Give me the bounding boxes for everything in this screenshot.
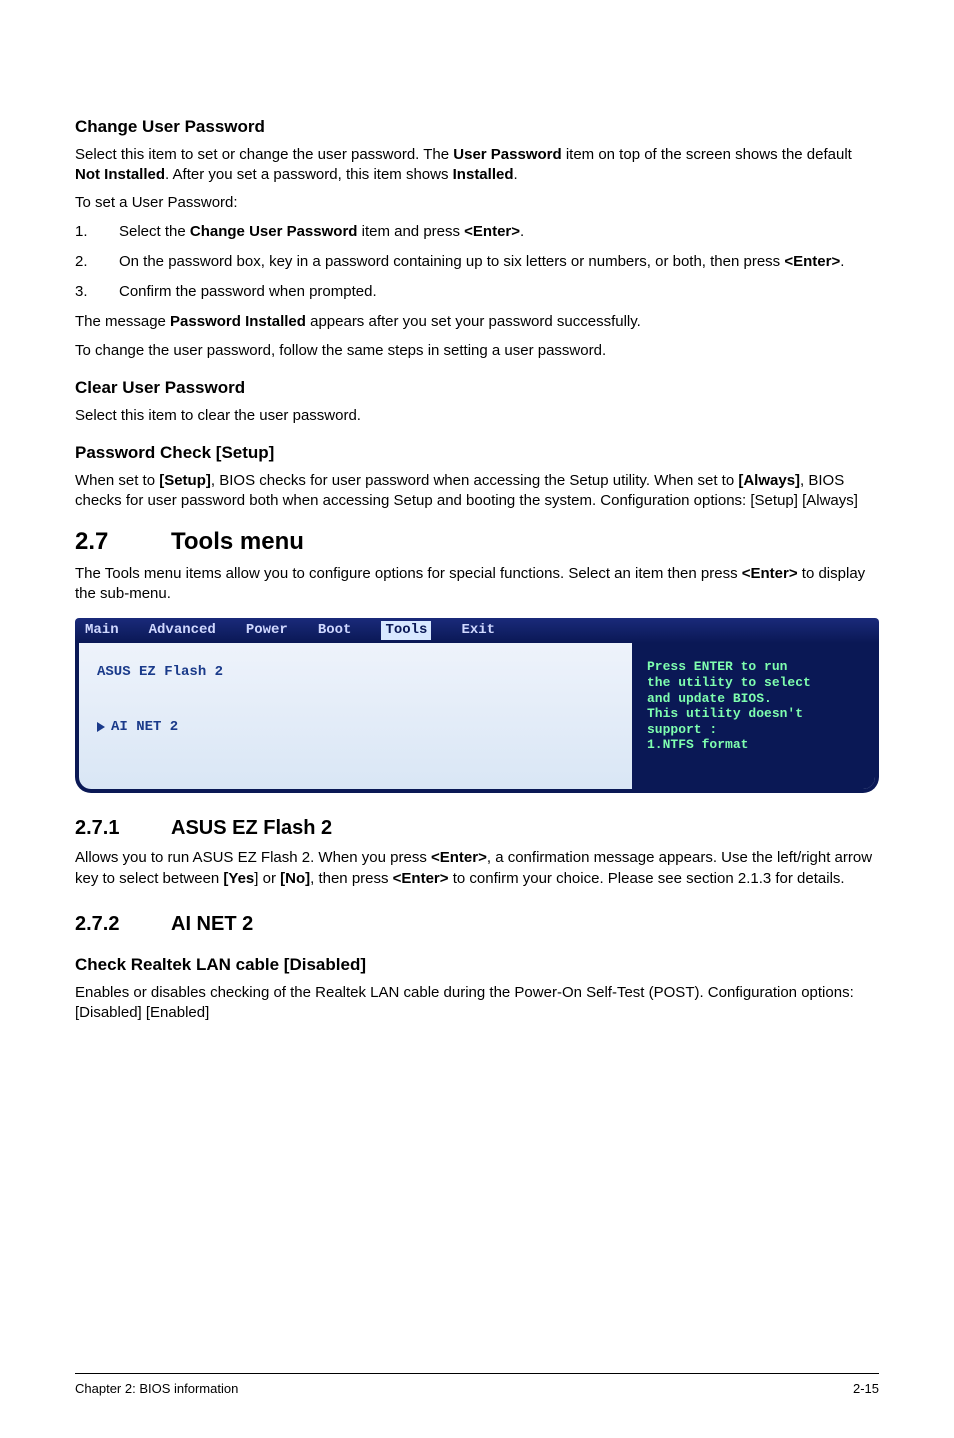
text: The message: [75, 313, 170, 330]
paragraph: Select this item to set or change the us…: [75, 145, 879, 186]
text-bold: [Always]: [738, 472, 800, 489]
list-item: 2.On the password box, key in a password…: [75, 252, 879, 272]
text-bold: Password Installed: [170, 313, 306, 330]
list-body: On the password box, key in a password c…: [119, 252, 879, 272]
bios-item-ez-flash: ASUS EZ Flash 2: [97, 663, 614, 682]
text: , then press: [310, 870, 393, 887]
text-bold: [No]: [280, 870, 310, 887]
heading-password-check: Password Check [Setup]: [75, 442, 879, 465]
text: ] or: [254, 870, 280, 887]
paragraph: Enables or disables checking of the Real…: [75, 983, 879, 1024]
text-bold: Installed: [453, 166, 514, 183]
subsection-number: 2.7.1: [75, 815, 171, 842]
text: Select this item to set or change the us…: [75, 146, 453, 163]
text-bold: Change User Password: [190, 223, 358, 240]
paragraph: To change the user password, follow the …: [75, 341, 879, 361]
heading-change-user-password: Change User Password: [75, 116, 879, 139]
text-bold: <Enter>: [784, 253, 840, 270]
list-body: Confirm the password when prompted.: [119, 282, 879, 302]
paragraph: The message Password Installed appears a…: [75, 312, 879, 332]
bios-tab-exit: Exit: [461, 621, 495, 640]
text: The Tools menu items allow you to config…: [75, 565, 742, 582]
bios-tab-advanced: Advanced: [149, 621, 216, 640]
footer-page-number: 2-15: [853, 1380, 879, 1398]
bios-tab-tools: Tools: [381, 621, 431, 640]
ordered-list: 1.Select the Change User Password item a…: [75, 222, 879, 303]
paragraph: To set a User Password:: [75, 193, 879, 213]
subsection-ez-flash: 2.7.1ASUS EZ Flash 2: [75, 815, 879, 842]
subsection-title: AI NET 2: [171, 911, 253, 938]
section-title: Tools menu: [171, 526, 304, 558]
subsection-number: 2.7.2: [75, 911, 171, 938]
footer-chapter: Chapter 2: BIOS information: [75, 1380, 238, 1398]
bios-tab-boot: Boot: [318, 621, 352, 640]
list-number: 1.: [75, 222, 119, 242]
text: appears after you set your password succ…: [306, 313, 641, 330]
text: AI NET 2: [111, 719, 178, 735]
text: .: [840, 253, 844, 270]
page-footer: Chapter 2: BIOS information 2-15: [75, 1373, 879, 1398]
list-body: Select the Change User Password item and…: [119, 222, 879, 242]
paragraph: The Tools menu items allow you to config…: [75, 564, 879, 605]
bios-tab-power: Power: [246, 621, 288, 640]
paragraph: Select this item to clear the user passw…: [75, 406, 879, 426]
text-bold: <Enter>: [742, 565, 798, 582]
text-bold: <Enter>: [464, 223, 520, 240]
text: When set to: [75, 472, 159, 489]
text-bold: <Enter>: [393, 870, 449, 887]
text: Select the: [119, 223, 190, 240]
text-bold: Not Installed: [75, 166, 165, 183]
heading-clear-user-password: Clear User Password: [75, 377, 879, 400]
text: On the password box, key in a password c…: [119, 253, 784, 270]
section-tools-menu: 2.7Tools menu: [75, 526, 879, 558]
text: item and press: [357, 223, 464, 240]
bios-item-ai-net: AI NET 2: [97, 718, 614, 737]
section-number: 2.7: [75, 526, 171, 558]
arrow-right-icon: [97, 722, 105, 732]
text: .: [514, 166, 518, 183]
subsection-title: ASUS EZ Flash 2: [171, 815, 332, 842]
text: . After you set a password, this item sh…: [165, 166, 453, 183]
list-item: 3.Confirm the password when prompted.: [75, 282, 879, 302]
heading-check-realtek: Check Realtek LAN cable [Disabled]: [75, 954, 879, 977]
bios-tab-bar: Main Advanced Power Boot Tools Exit: [75, 618, 879, 643]
list-number: 2.: [75, 252, 119, 272]
text: to confirm your choice. Please see secti…: [449, 870, 845, 887]
text: item on top of the screen shows the defa…: [562, 146, 852, 163]
bios-left-pane: ASUS EZ Flash 2 AI NET 2: [79, 643, 635, 789]
text: .: [520, 223, 524, 240]
text-bold: User Password: [453, 146, 561, 163]
bios-tab-main: Main: [85, 621, 119, 640]
bios-help-pane: Press ENTER to run the utility to select…: [635, 643, 875, 789]
text: Allows you to run ASUS EZ Flash 2. When …: [75, 849, 431, 866]
bios-body: ASUS EZ Flash 2 AI NET 2 Press ENTER to …: [75, 643, 879, 793]
paragraph: When set to [Setup], BIOS checks for use…: [75, 471, 879, 512]
list-item: 1.Select the Change User Password item a…: [75, 222, 879, 242]
list-number: 3.: [75, 282, 119, 302]
paragraph: Allows you to run ASUS EZ Flash 2. When …: [75, 848, 879, 889]
text-bold: <Enter>: [431, 849, 487, 866]
text: , BIOS checks for user password when acc…: [211, 472, 738, 489]
bios-screenshot: Main Advanced Power Boot Tools Exit ASUS…: [75, 618, 879, 793]
text-bold: [Setup]: [159, 472, 211, 489]
text-bold: [Yes: [223, 870, 254, 887]
subsection-ai-net: 2.7.2AI NET 2: [75, 911, 879, 938]
